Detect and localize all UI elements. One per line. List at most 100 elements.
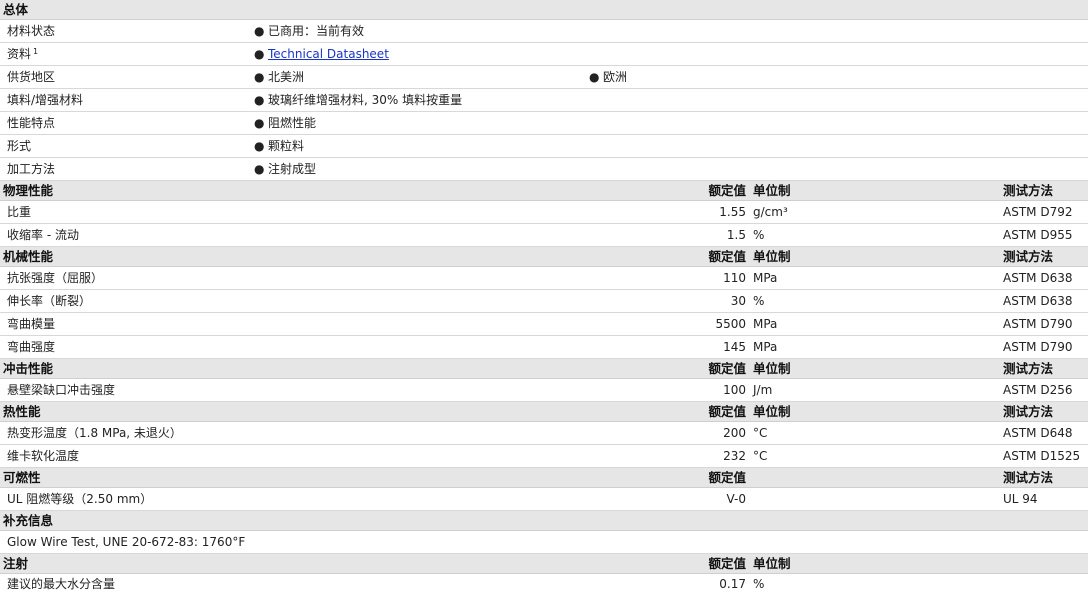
overview-row-literature: 资料 1 ● Technical Datasheet: [0, 43, 1088, 66]
property-row: UL 阻燃等级（2.50 mm） V-0 UL 94: [0, 488, 1088, 511]
row-label: 供货地区: [7, 70, 56, 84]
row-bullet-value: ● 已商用：当前有效: [254, 20, 364, 43]
property-value: 1.5: [726, 228, 746, 242]
property-row: 维卡软化温度 232 °C ASTM D1525: [0, 445, 1088, 468]
section-header-supplemental: 补充信息: [0, 511, 1088, 531]
property-test-method: UL 94: [1003, 492, 1038, 506]
bullet-icon: ●: [254, 47, 265, 61]
property-value: 30: [730, 294, 746, 308]
section-title: 总体: [3, 2, 29, 17]
property-unit: J/m: [753, 383, 773, 397]
datasheet: 总体 材料状态 ● 已商用：当前有效 资料 1 ● Technical Datashe…: [0, 0, 1088, 595]
column-header-unit: 单位制: [753, 183, 791, 198]
overview-row-features: 性能特点 ● 阻燃性能: [0, 112, 1088, 135]
bullet-icon: ●: [254, 116, 265, 130]
property-value: 5500: [715, 317, 746, 331]
property-value: 100: [723, 383, 746, 397]
property-unit: g/cm³: [753, 205, 788, 219]
section-title: 热性能: [3, 404, 41, 419]
section-header-mechanical: 机械性能 额定值 单位制 测试方法: [0, 247, 1088, 267]
column-header-nominal: 额定值: [708, 361, 746, 376]
row-label: 填料/增强材料: [7, 93, 84, 107]
property-row: 收缩率 - 流动 1.5 % ASTM D955: [0, 224, 1088, 247]
bullet-icon: ●: [254, 24, 265, 38]
section-title: 补充信息: [3, 513, 54, 528]
property-value: 200: [723, 426, 746, 440]
property-row: 建议的最大水分含量 0.17 %: [0, 574, 1088, 595]
bullet-icon: ●: [254, 139, 265, 153]
property-unit: MPa: [753, 340, 778, 354]
column-header-nominal: 额定值: [708, 470, 746, 485]
row-label: 加工方法: [7, 162, 56, 176]
section-title: 可燃性: [3, 470, 41, 485]
column-header-test: 测试方法: [1003, 470, 1054, 485]
bullet-icon: ●: [589, 70, 600, 84]
column-header-nominal: 额定值: [708, 404, 746, 419]
column-header-nominal: 额定值: [708, 556, 746, 571]
property-row: 悬壁梁缺口冲击强度 100 J/m ASTM D256: [0, 379, 1088, 402]
bullet-icon: ●: [254, 162, 265, 176]
property-label: 伸长率（断裂）: [7, 294, 92, 308]
overview-row-processing: 加工方法 ● 注射成型: [0, 158, 1088, 181]
property-test-method: ASTM D638: [1003, 294, 1073, 308]
row-label: 材料状态: [7, 24, 56, 38]
column-header-nominal: 额定值: [708, 249, 746, 264]
property-label: 弯曲模量: [7, 317, 56, 331]
row-bullet-value: ● 颗粒料: [254, 135, 304, 158]
property-unit: MPa: [753, 317, 778, 331]
overview-row-form: 形式 ● 颗粒料: [0, 135, 1088, 158]
property-value: 232: [723, 449, 746, 463]
property-unit: °C: [753, 426, 768, 440]
property-unit: %: [753, 577, 765, 591]
property-unit: MPa: [753, 271, 778, 285]
property-row: 弯曲模量 5500 MPa ASTM D790: [0, 313, 1088, 336]
column-header-test: 测试方法: [1003, 361, 1054, 376]
property-value: 110: [723, 271, 746, 285]
property-label: 热变形温度（1.8 MPa, 未退火）: [7, 426, 182, 440]
row-bullet-value: ● 阻燃性能: [254, 112, 316, 135]
column-header-unit: 单位制: [753, 404, 791, 419]
property-row: 伸长率（断裂） 30 % ASTM D638: [0, 290, 1088, 313]
row-bullet-value-2: ● 欧洲: [589, 66, 627, 89]
property-label: 收缩率 - 流动: [7, 228, 79, 242]
technical-datasheet-link[interactable]: Technical Datasheet: [268, 47, 389, 61]
property-value: V-0: [726, 492, 746, 506]
property-unit: %: [753, 294, 765, 308]
property-test-method: ASTM D790: [1003, 317, 1073, 331]
property-test-method: ASTM D790: [1003, 340, 1073, 354]
section-header-overview: 总体: [0, 0, 1088, 20]
row-label: 资料 1: [7, 47, 39, 61]
column-header-test: 测试方法: [1003, 183, 1054, 198]
property-label: UL 阻燃等级（2.50 mm）: [7, 492, 153, 506]
section-header-thermal: 热性能 额定值 单位制 测试方法: [0, 402, 1088, 422]
property-test-method: ASTM D792: [1003, 205, 1073, 219]
row-label: 形式: [7, 139, 32, 153]
footnote-marker: 1: [33, 47, 39, 56]
property-value: 145: [723, 340, 746, 354]
property-label: 抗张强度（屈服）: [7, 271, 104, 285]
column-header-nominal: 额定值: [708, 183, 746, 198]
column-header-test: 测试方法: [1003, 404, 1054, 419]
property-label: 维卡软化温度: [7, 449, 80, 463]
section-title: 注射: [3, 556, 29, 571]
section-header-impact: 冲击性能 额定值 单位制 测试方法: [0, 359, 1088, 379]
bullet-icon: ●: [254, 93, 265, 107]
section-title: 物理性能: [3, 183, 54, 198]
supplemental-text: Glow Wire Test, UNE 20-672-83: 1760°F: [7, 535, 246, 549]
column-header-unit: 单位制: [753, 249, 791, 264]
property-value: 0.17: [719, 577, 746, 591]
property-test-method: ASTM D256: [1003, 383, 1073, 397]
row-label: 性能特点: [7, 116, 56, 130]
property-unit: °C: [753, 449, 768, 463]
row-bullet-value: ● 北美洲: [254, 66, 304, 89]
column-header-unit: 单位制: [753, 361, 791, 376]
column-header-test: 测试方法: [1003, 249, 1054, 264]
row-bullet-value: ● Technical Datasheet: [254, 43, 389, 66]
overview-row-filler: 填料/增强材料 ● 玻璃纤维增强材料, 30% 填料按重量: [0, 89, 1088, 112]
property-row: 抗张强度（屈服） 110 MPa ASTM D638: [0, 267, 1088, 290]
supplemental-row: Glow Wire Test, UNE 20-672-83: 1760°F: [0, 531, 1088, 554]
row-bullet-value: ● 玻璃纤维增强材料, 30% 填料按重量: [254, 89, 462, 112]
property-test-method: ASTM D1525: [1003, 449, 1081, 463]
column-header-unit: 单位制: [753, 556, 791, 571]
section-header-physical: 物理性能 额定值 单位制 测试方法: [0, 181, 1088, 201]
